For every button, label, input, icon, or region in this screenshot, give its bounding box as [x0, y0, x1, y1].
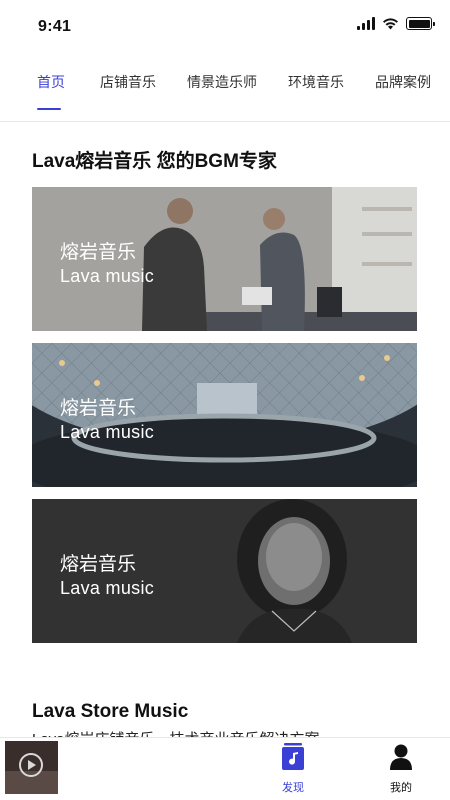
status-icons	[357, 17, 435, 30]
banner-card-portrait[interactable]: 熔岩音乐 Lava music	[32, 499, 417, 643]
album-art	[5, 741, 58, 794]
card-title-cn: 熔岩音乐	[60, 554, 137, 575]
battery-icon	[406, 17, 435, 30]
section-title-store-music: Lava Store Music	[32, 701, 189, 722]
card-title-cn: 熔岩音乐	[60, 242, 137, 263]
tab-brand-cases[interactable]: 品牌案例	[375, 72, 431, 92]
tab-store-music[interactable]: 店铺音乐	[100, 72, 156, 92]
card-title-en: Lava music	[60, 577, 155, 598]
tab-scene-composer[interactable]: 情景造乐师	[187, 72, 257, 92]
signal-icon	[357, 17, 375, 30]
card-title-en: Lava music	[60, 421, 155, 442]
mini-player[interactable]	[5, 741, 58, 794]
card-title-en: Lava music	[60, 265, 155, 286]
status-time: 9:41	[38, 18, 72, 35]
card-overlay-text: 熔岩音乐 Lava music	[60, 397, 154, 443]
status-bar: 9:41	[0, 0, 450, 52]
tab-ambient-music[interactable]: 环境音乐	[288, 72, 344, 92]
wifi-icon	[383, 18, 398, 30]
user-icon	[390, 744, 412, 770]
card-overlay-text: 熔岩音乐 Lava music	[60, 553, 154, 599]
card-title-cn: 熔岩音乐	[60, 398, 137, 419]
section-title: Lava熔岩音乐 您的BGM专家	[32, 151, 277, 172]
card-overlay-text: 熔岩音乐 Lava music	[60, 241, 154, 287]
nav-discover-label: 发现	[282, 782, 304, 794]
music-note-icon	[282, 743, 304, 770]
nav-mine[interactable]: 我的	[371, 743, 431, 795]
banner-card-mall[interactable]: 熔岩音乐 Lava music	[32, 343, 417, 487]
nav-mine-label: 我的	[390, 782, 412, 794]
tab-home[interactable]: 首页	[37, 72, 65, 92]
nav-discover[interactable]: 发现	[263, 743, 323, 795]
active-tab-indicator	[37, 108, 61, 110]
bottom-nav-bar: 发现 我的	[0, 737, 450, 800]
banner-card-cafe[interactable]: 熔岩音乐 Lava music	[32, 187, 417, 331]
top-tab-bar: 首页 店铺音乐 情景造乐师 环境音乐 品牌案例	[0, 58, 450, 122]
